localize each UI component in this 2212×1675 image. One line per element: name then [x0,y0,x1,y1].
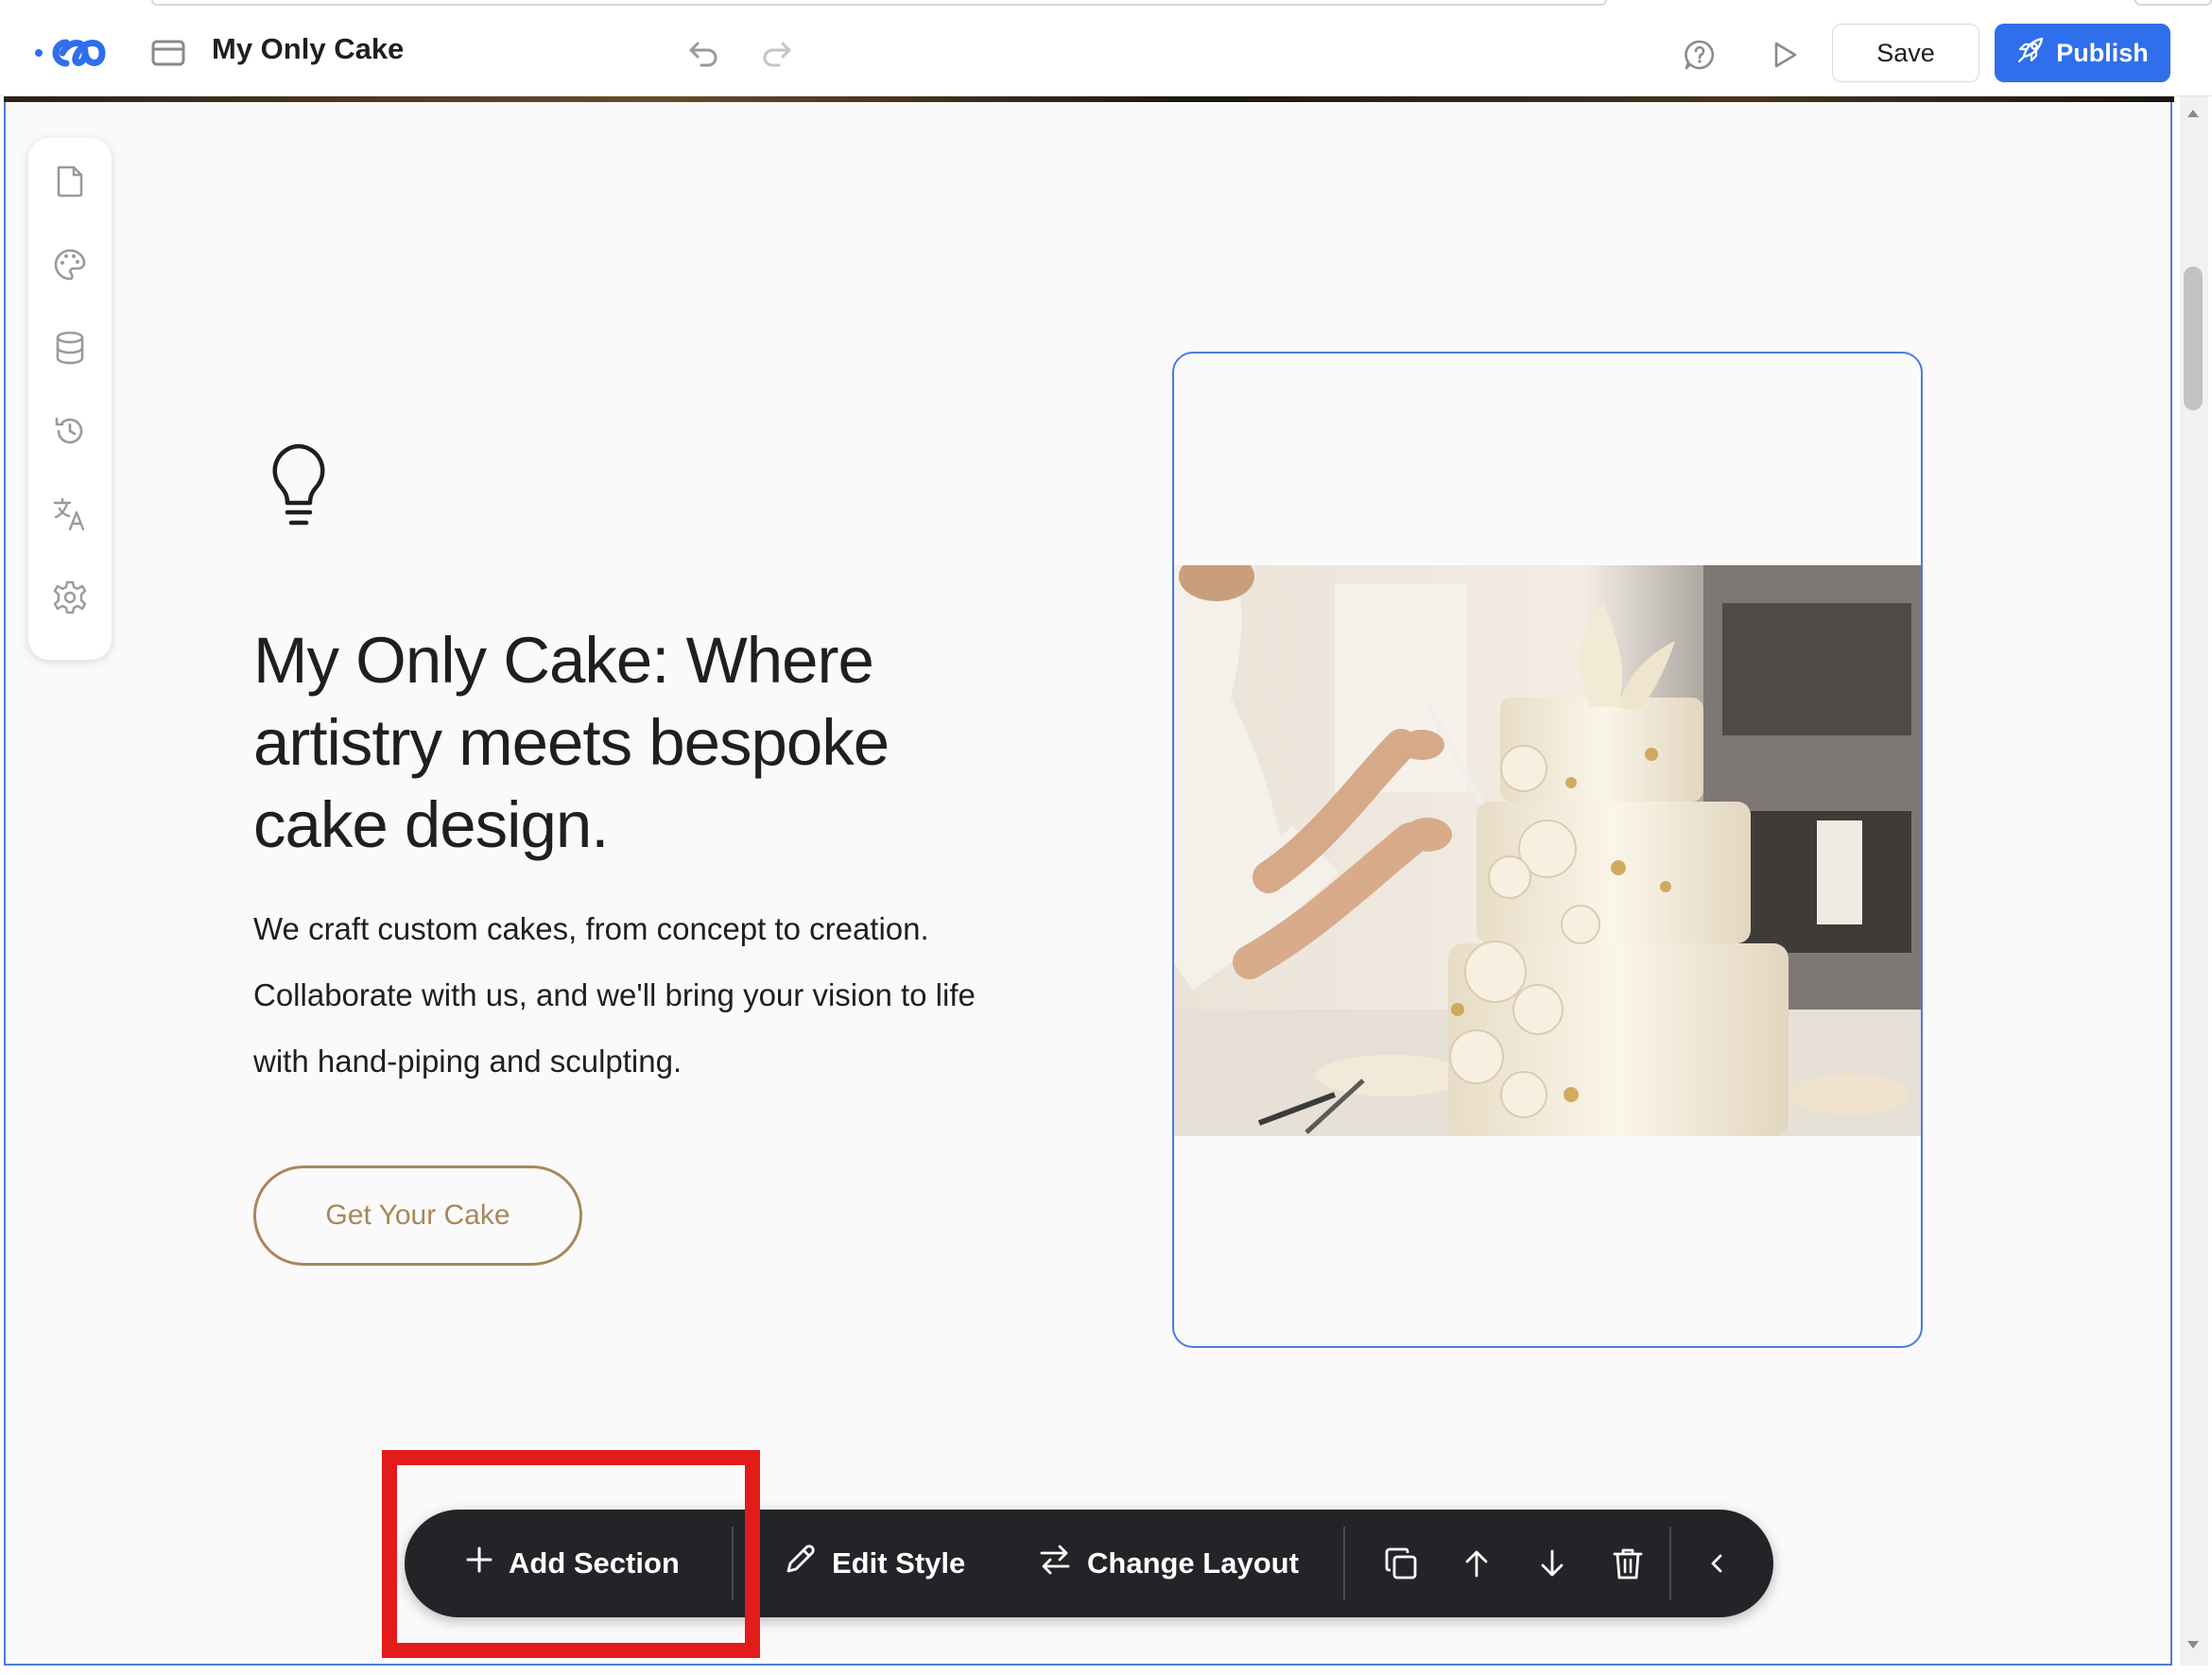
palette-icon[interactable] [49,244,91,285]
plus-icon [465,1545,493,1581]
page-icon[interactable] [49,161,91,202]
lightbulb-icon [267,442,331,531]
cake-photo[interactable] [1174,565,1923,1136]
address-bar-edge [151,0,1607,6]
change-layout-button[interactable]: Change Layout [1038,1510,1299,1617]
toolbar-divider [732,1527,734,1600]
chevron-left-icon[interactable] [1694,1541,1739,1586]
get-your-cake-button[interactable]: Get Your Cake [253,1166,582,1266]
browser-window-icon[interactable] [151,38,185,68]
toolbar-divider [1343,1527,1345,1600]
add-section-button[interactable]: Add Section [465,1510,680,1617]
hero-heading[interactable]: My Only Cake: Where artistry meets bespo… [253,619,1028,866]
tool-rail [28,138,112,660]
gear-icon[interactable] [49,577,91,618]
undo-icon[interactable] [683,32,724,74]
database-icon[interactable] [49,327,91,369]
translate-icon[interactable] [49,493,91,535]
edit-style-button[interactable]: Edit Style [783,1510,965,1617]
scroll-down-arrow-icon[interactable] [2184,1635,2203,1654]
hero-image-container[interactable] [1172,352,1923,1348]
scrollbar-thumb[interactable] [2184,267,2203,410]
toolbar-divider [1669,1527,1671,1600]
redo-icon[interactable] [756,32,798,74]
comment-help-icon[interactable] [1677,32,1722,78]
rocket-icon [2016,36,2045,71]
swap-arrows-icon [1038,1543,1072,1584]
duplicate-icon[interactable] [1378,1541,1424,1586]
hero-description[interactable]: We craft custom cakes, from concept to c… [253,896,991,1095]
arrow-down-icon[interactable] [1529,1541,1575,1586]
app-logo-icon[interactable] [34,32,113,74]
page-title: My Only Cake [212,32,405,65]
edit-style-label: Edit Style [832,1546,966,1580]
history-icon[interactable] [49,410,91,452]
publish-button[interactable]: Publish [1995,24,2170,82]
window-edge-tab [2134,0,2212,6]
change-layout-label: Change Layout [1087,1546,1299,1580]
play-preview-icon[interactable] [1762,32,1807,78]
scroll-up-arrow-icon[interactable] [2184,104,2203,123]
add-section-label: Add Section [509,1546,680,1580]
save-button[interactable]: Save [1832,24,1979,82]
top-bar: My Only Cake Save Publish [0,0,2212,96]
arrow-up-icon[interactable] [1454,1541,1499,1586]
section-toolbar: Add Section Edit Style Change Layout [405,1510,1773,1617]
trash-icon[interactable] [1605,1541,1650,1586]
publish-label: Publish [2056,38,2149,67]
pencil-icon [783,1543,817,1584]
